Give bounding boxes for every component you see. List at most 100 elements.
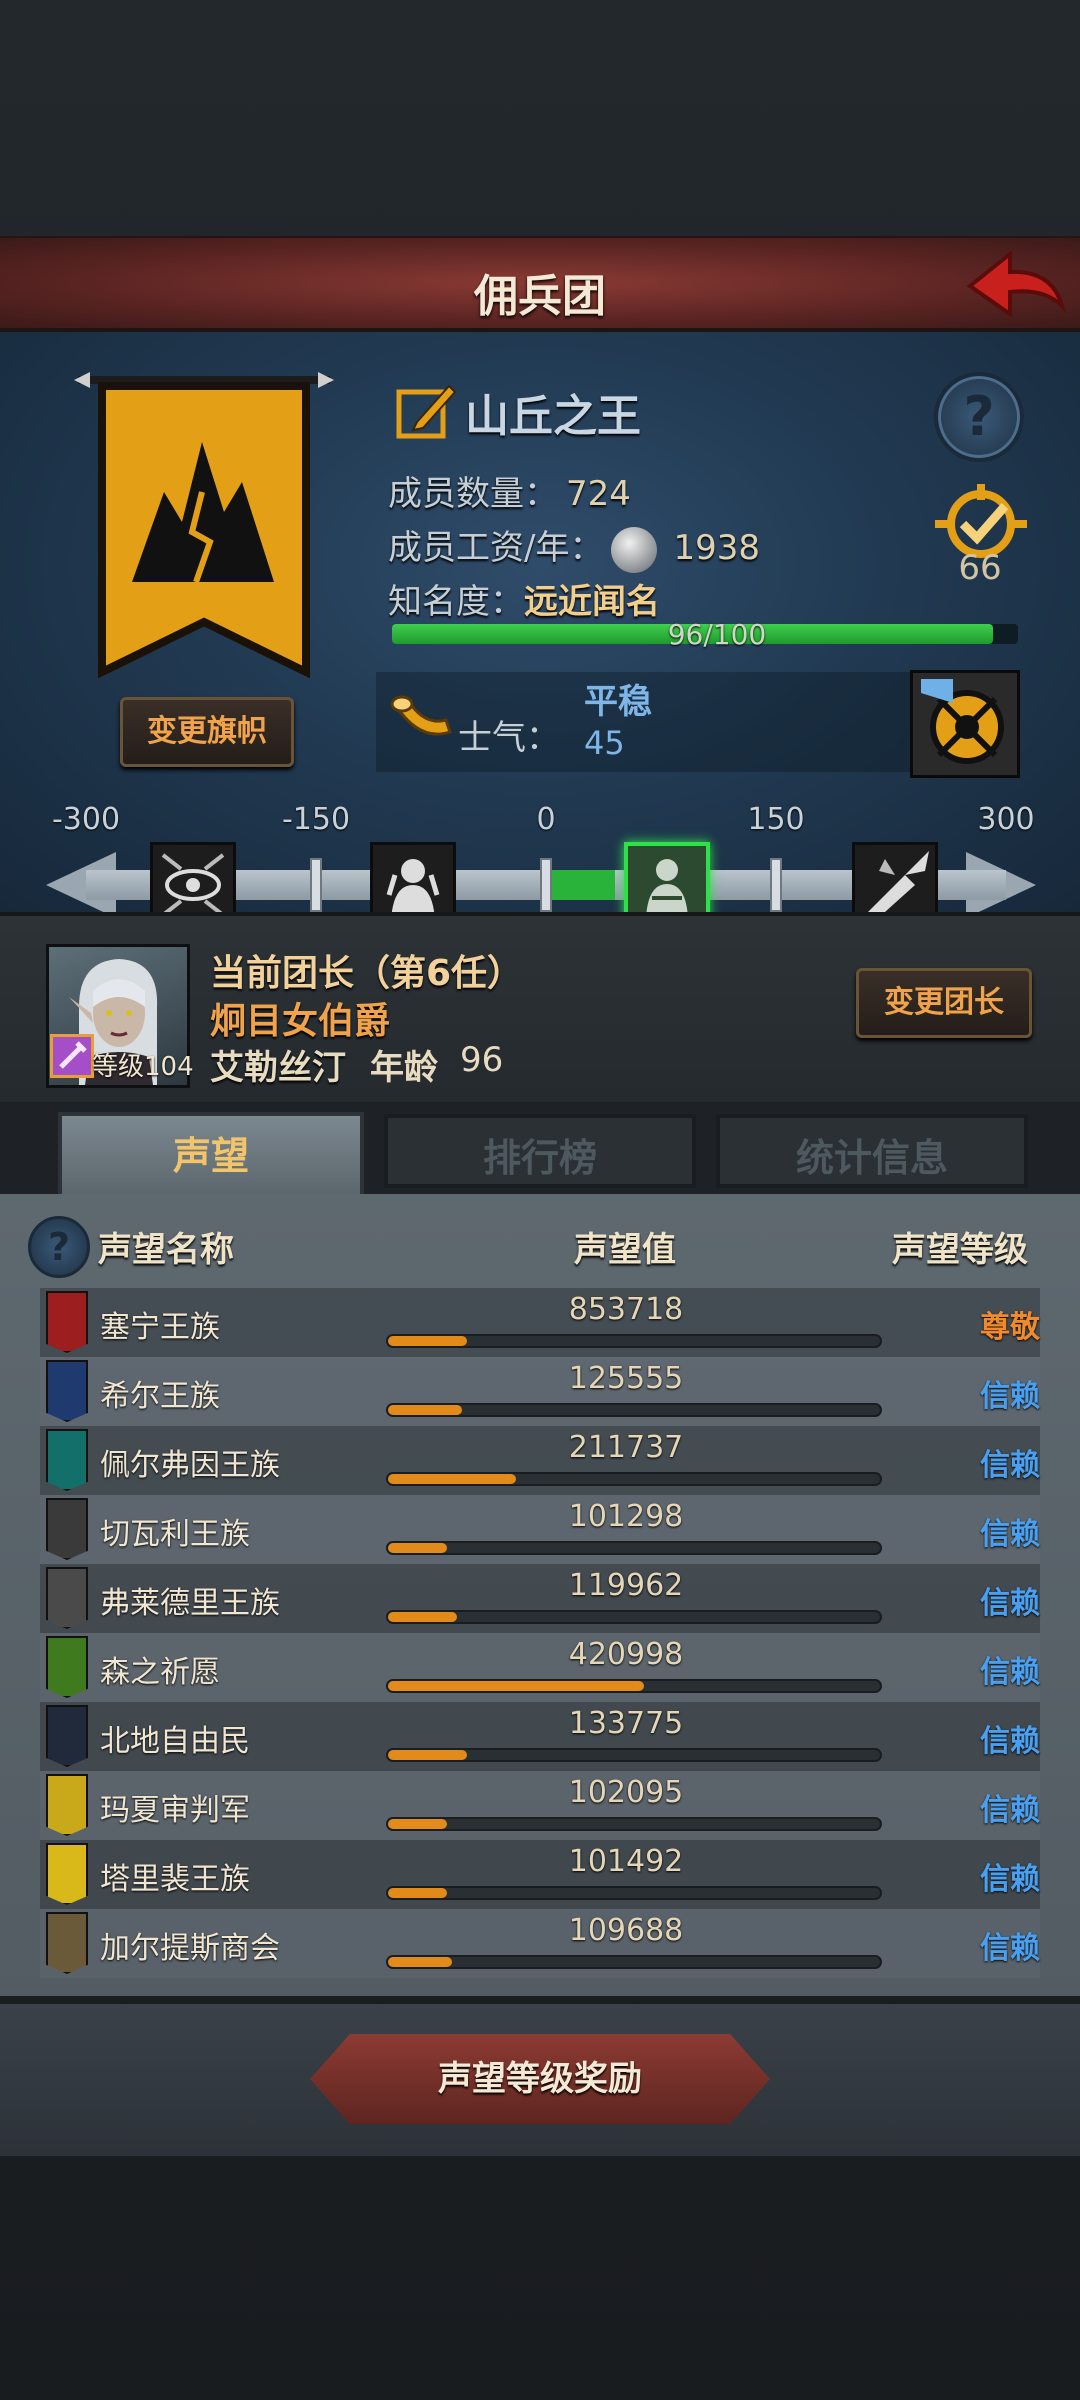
reputation-progress-bar — [386, 1403, 882, 1417]
reputation-table: ? 声望名称 声望值 声望等级 塞宁王族 853718 尊敬 希尔王族 125555 信赖… — [0, 1194, 1080, 2004]
silver-coin-icon — [611, 526, 658, 573]
faction-name: 佩尔弗因王族 — [100, 1448, 280, 1483]
faction-reputation-level: 信赖 — [980, 1586, 1040, 1621]
table-row[interactable]: 森之祈愿 420998 信赖 — [40, 1633, 1040, 1702]
help-icon[interactable]: ? — [28, 1216, 90, 1278]
morale-state: 平稳 — [584, 682, 652, 722]
scale-tick — [310, 858, 322, 912]
rank-number: 66 — [958, 548, 1002, 588]
leader-panel: 等级104 当前团长（第6任） 炯目女伯爵 艾勒丝汀 年龄 96 变更团长 — [0, 912, 1080, 1102]
scale-current-fill — [546, 870, 615, 900]
salary-value: 1938 — [673, 528, 760, 568]
salary-row: 成员工资/年： 1938 — [388, 520, 760, 573]
morale-label: 士气： — [458, 718, 560, 758]
table-row[interactable]: 玛夏审判军 102095 信赖 — [40, 1771, 1040, 1840]
page-title: 佣兵团 — [474, 271, 606, 322]
reputation-progress-fill — [388, 1543, 448, 1553]
faction-name: 塞宁王族 — [100, 1310, 220, 1345]
table-row[interactable]: 弗莱德里王族 119962 信赖 — [40, 1564, 1040, 1633]
change-flag-button[interactable]: 变更旗帜 — [120, 697, 294, 767]
faction-reputation-level: 信赖 — [980, 1655, 1040, 1690]
help-icon[interactable]: ? — [934, 372, 1024, 462]
fame-row: 知名度：远近闻名 — [388, 574, 660, 623]
faction-crest-icon — [46, 1498, 88, 1560]
faction-reputation-level: 尊敬 — [980, 1310, 1040, 1345]
faction-reputation-level: 信赖 — [980, 1793, 1040, 1828]
faction-reputation-value: 211737 — [568, 1430, 684, 1465]
morale-scale: -300 -150 0 150 300 — [46, 802, 1036, 928]
faction-crest-icon — [46, 1843, 88, 1905]
guild-info-panel: 变更旗帜 山丘之王 ? 成员数量： 724 成员工资/年： 1938 知名度：远近闻… — [0, 332, 1080, 928]
tab-bar: 声望 排行榜 统计信息 — [0, 1102, 1080, 1196]
header-bar: 佣兵团 — [0, 236, 1080, 332]
table-row[interactable]: 加尔提斯商会 109688 信赖 — [40, 1909, 1040, 1978]
faction-reputation-value: 109688 — [568, 1913, 684, 1948]
faction-crest-icon — [46, 1636, 88, 1698]
faction-reputation-level: 信赖 — [980, 1448, 1040, 1483]
leader-age-label: 年龄 — [370, 1048, 438, 1088]
vision-target-icon[interactable] — [910, 670, 1020, 778]
faction-name: 森之祈愿 — [100, 1655, 220, 1690]
guild-banner-icon — [74, 372, 334, 692]
reputation-progress-bar — [386, 1817, 882, 1831]
col-header-value: 声望值 — [574, 1230, 676, 1270]
faction-reputation-level: 信赖 — [980, 1379, 1040, 1414]
tab-reputation[interactable]: 声望 — [58, 1112, 364, 1196]
table-row[interactable]: 希尔王族 125555 信赖 — [40, 1357, 1040, 1426]
faction-crest-icon — [46, 1705, 88, 1767]
screen: 佣兵团 变更旗帜 山丘之王 ? 成员数量： 724 成员工资/年： 1938 知… — [0, 0, 1080, 2400]
scale-tick — [770, 858, 782, 912]
guild-name: 山丘之王 — [465, 391, 641, 442]
reputation-progress-fill — [388, 1957, 452, 1967]
faction-reputation-value: 133775 — [568, 1706, 684, 1741]
faction-crest-icon — [46, 1567, 88, 1629]
table-row[interactable]: 佩尔弗因王族 211737 信赖 — [40, 1426, 1040, 1495]
faction-reputation-level: 信赖 — [980, 1862, 1040, 1897]
edit-name-icon[interactable] — [395, 378, 457, 440]
faction-name: 弗莱德里王族 — [100, 1586, 280, 1621]
faction-crest-icon — [46, 1429, 88, 1491]
col-header-level: 声望等级 — [892, 1230, 1028, 1270]
table-row[interactable]: 切瓦利王族 101298 信赖 — [40, 1495, 1040, 1564]
reputation-progress-fill — [388, 1750, 467, 1760]
reputation-progress-bar — [386, 1334, 882, 1348]
fame-value: 远近闻名 — [524, 582, 660, 622]
fame-label: 知名度： — [388, 582, 524, 622]
scale-tick-label: 150 — [747, 802, 805, 837]
faction-reputation-value: 853718 — [568, 1292, 684, 1327]
faction-name: 塔里裴王族 — [100, 1862, 250, 1897]
table-row[interactable]: 北地自由民 133775 信赖 — [40, 1702, 1040, 1771]
reputation-progress-bar — [386, 1541, 882, 1555]
reputation-progress-bar — [386, 1679, 882, 1693]
faction-name: 北地自由民 — [100, 1724, 250, 1759]
faction-name: 希尔王族 — [100, 1379, 220, 1414]
back-arrow-icon[interactable] — [966, 248, 1066, 324]
faction-crest-icon — [46, 1360, 88, 1422]
reputation-progress-bar — [386, 1886, 882, 1900]
faction-crest-icon — [46, 1912, 88, 1974]
faction-reputation-level: 信赖 — [980, 1517, 1040, 1552]
faction-reputation-value: 101492 — [568, 1844, 684, 1879]
member-count-label: 成员数量： — [388, 474, 558, 514]
faction-reputation-level: 信赖 — [980, 1724, 1040, 1759]
tab-statistics[interactable]: 统计信息 — [716, 1114, 1028, 1188]
reputation-progress-fill — [388, 1888, 448, 1898]
reputation-progress-fill — [388, 1405, 462, 1415]
change-leader-button[interactable]: 变更团长 — [856, 968, 1032, 1038]
leader-name: 艾勒丝汀 — [210, 1048, 346, 1088]
faction-reputation-value: 125555 — [568, 1361, 684, 1396]
leader-rank: 炯目女伯爵 — [210, 1001, 391, 1042]
table-row[interactable]: 塞宁王族 853718 尊敬 — [40, 1288, 1040, 1357]
reputation-reward-button[interactable]: 声望等级奖励 — [310, 2034, 770, 2124]
faction-crest-icon — [46, 1291, 88, 1353]
leader-age: 96 — [460, 1040, 504, 1080]
bottom-bar: 声望等级奖励 — [0, 2004, 1080, 2156]
faction-name: 切瓦利王族 — [100, 1517, 250, 1552]
reputation-progress-fill — [388, 1336, 467, 1346]
reputation-progress-bar — [386, 1472, 882, 1486]
tab-ranking[interactable]: 排行榜 — [384, 1114, 696, 1188]
table-row[interactable]: 塔里裴王族 101492 信赖 — [40, 1840, 1040, 1909]
scale-tick-label: -300 — [51, 802, 121, 837]
reputation-progress-bar — [386, 1610, 882, 1624]
reputation-progress-fill — [388, 1819, 448, 1829]
